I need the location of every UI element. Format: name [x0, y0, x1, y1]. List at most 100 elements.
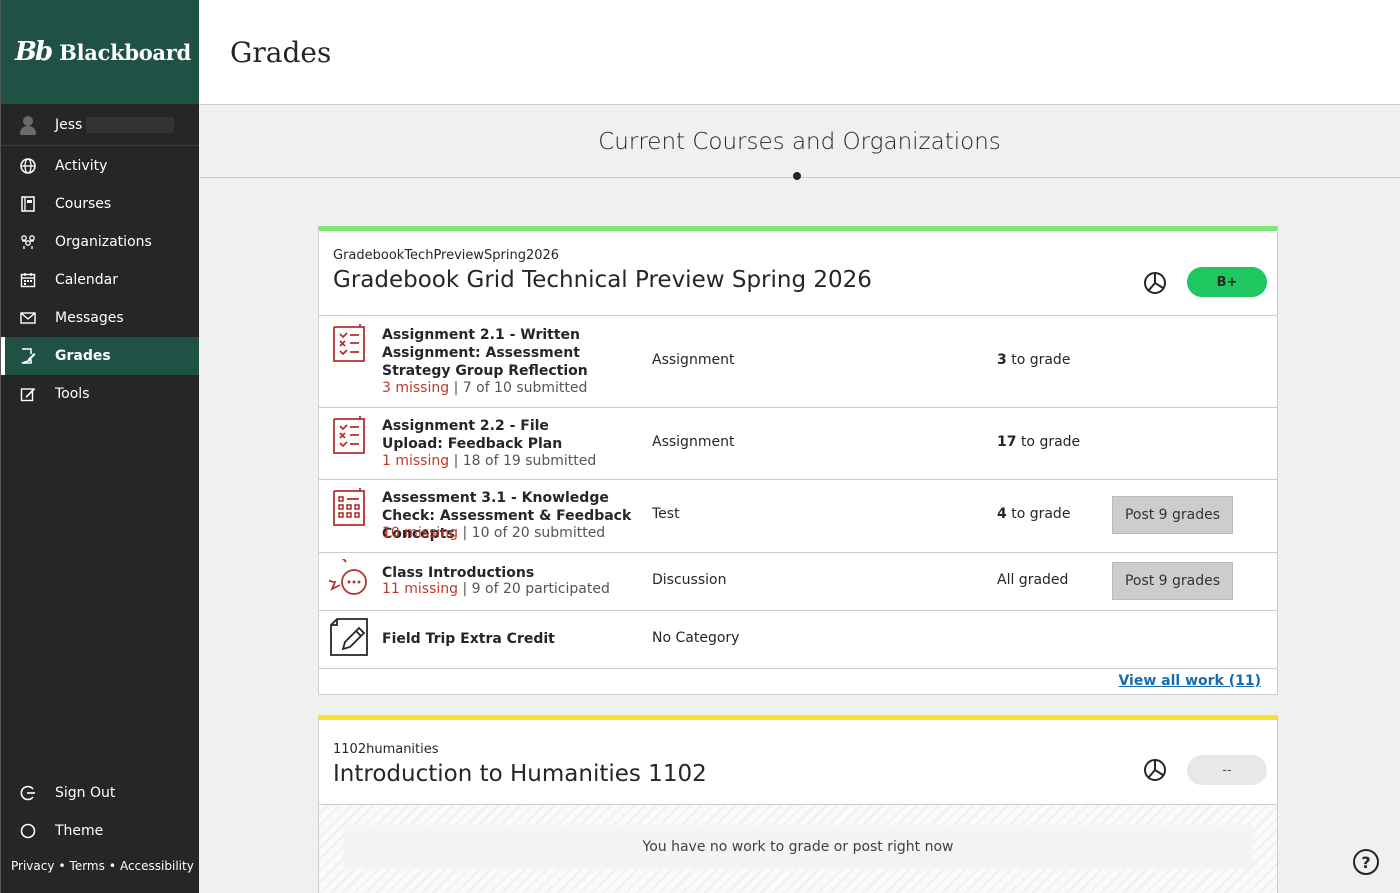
to-grade-count: 17: [997, 434, 1017, 450]
item-title[interactable]: Assignment 2.1 - Written Assignment: Ass…: [382, 326, 632, 380]
sidebar-item-label: Courses: [55, 196, 112, 212]
terms-link[interactable]: Terms: [70, 859, 105, 873]
gradable-item-row[interactable]: Assignment 2.2 - File Upload: Feedback P…: [319, 408, 1277, 480]
sign-out-label: Sign Out: [55, 785, 116, 801]
main-content: Grades Current Courses and Organizations…: [199, 0, 1400, 893]
item-category: Assignment: [652, 434, 735, 450]
footer-separator: •: [108, 859, 116, 873]
test-icon: [333, 488, 365, 526]
to-grade-label: to grade: [1011, 352, 1071, 368]
to-grade-count: 3: [997, 352, 1007, 368]
post-grades-button[interactable]: Post 9 grades: [1112, 562, 1233, 600]
item-submission-meta: 11 missing | 9 of 20 participated: [382, 580, 610, 598]
nav-user-profile[interactable]: Jess: [1, 104, 199, 146]
graded-status: All graded: [997, 572, 1069, 588]
to-grade-status[interactable]: 4 to grade: [997, 506, 1070, 522]
envelope-icon: [19, 309, 37, 327]
theme-button[interactable]: Theme: [1, 812, 199, 850]
item-submission-meta: 10 missing | 10 of 20 submitted: [382, 524, 605, 542]
course-id: 1102humanities: [333, 742, 439, 757]
redacted-surname: [86, 116, 175, 133]
course-title[interactable]: Introduction to Humanities 1102: [333, 761, 1263, 787]
view-all-work-link[interactable]: View all work (11): [1118, 673, 1261, 689]
course-card: 1102humanities Introduction to Humanitie…: [318, 715, 1278, 893]
page-title: Grades: [230, 35, 332, 69]
to-grade-count: 4: [997, 506, 1007, 522]
submitted-count: 18 of 19 submitted: [462, 453, 597, 469]
sidebar-item-tools[interactable]: Tools: [1, 375, 199, 413]
assignment-icon: [333, 416, 365, 454]
carousel-indicator-dot[interactable]: [793, 172, 801, 180]
theme-circle-icon: [19, 822, 37, 840]
overall-grade-pill[interactable]: --: [1187, 755, 1267, 785]
document-pencil-icon: [330, 618, 368, 656]
item-submission-meta: 1 missing | 18 of 19 submitted: [382, 452, 596, 470]
item-category: Discussion: [652, 572, 727, 588]
sidebar: Bb Blackboard Jess Activity Courses Orga…: [0, 0, 199, 893]
sidebar-item-label: Tools: [55, 386, 90, 402]
post-grades-button[interactable]: Post 9 grades: [1112, 496, 1233, 534]
to-grade-status[interactable]: 3 to grade: [997, 352, 1070, 368]
section-title: Current Courses and Organizations: [598, 129, 1001, 155]
bb-logo-mark: Bb: [15, 37, 53, 67]
submitted-count: 7 of 10 submitted: [462, 380, 588, 396]
sidebar-item-label: Organizations: [55, 234, 152, 250]
brand-name: Blackboard: [59, 39, 191, 65]
gradable-item-row[interactable]: Assessment 3.1 - Knowledge Check: Assess…: [319, 480, 1277, 553]
assignment-icon: [333, 324, 365, 362]
missing-count[interactable]: 1 missing: [382, 453, 449, 469]
item-category: Assignment: [652, 352, 735, 368]
course-id: GradebookTechPreviewSpring2026: [333, 248, 560, 263]
to-grade-label: to grade: [1011, 506, 1071, 522]
empty-state-area: You have no work to grade or post right …: [319, 805, 1277, 893]
gradable-item-row[interactable]: Assignment 2.1 - Written Assignment: Ass…: [319, 316, 1277, 408]
book-icon: [19, 195, 37, 213]
tools-icon: [19, 385, 37, 403]
missing-count[interactable]: 3 missing: [382, 380, 449, 396]
overall-grade-pill[interactable]: B+: [1187, 267, 1267, 297]
grade-pie-icon[interactable]: [1143, 271, 1167, 295]
meta-separator: |: [462, 525, 468, 541]
sidebar-item-grades[interactable]: Grades: [1, 337, 199, 375]
sidebar-item-label: Messages: [55, 310, 124, 326]
course-card-header: GradebookTechPreviewSpring2026 Gradebook…: [319, 231, 1277, 316]
footer-links: Privacy • Terms • Accessibility: [1, 850, 199, 893]
sidebar-item-calendar[interactable]: Calendar: [1, 261, 199, 299]
sign-out-button[interactable]: Sign Out: [1, 774, 199, 812]
participated-count: 9 of 20 participated: [471, 581, 610, 597]
course-card-header: 1102humanities Introduction to Humanitie…: [319, 720, 1277, 805]
grade-pie-icon[interactable]: [1143, 758, 1167, 782]
privacy-link[interactable]: Privacy: [11, 859, 54, 873]
meta-separator: |: [462, 581, 468, 597]
user-name: Jess: [55, 116, 83, 133]
theme-label: Theme: [55, 823, 104, 839]
missing-count[interactable]: 11 missing: [382, 581, 458, 597]
sign-out-icon: [19, 784, 37, 802]
missing-count[interactable]: 10 missing: [382, 525, 458, 541]
sidebar-item-messages[interactable]: Messages: [1, 299, 199, 337]
meta-separator: |: [453, 380, 459, 396]
page-header: Grades: [199, 0, 1400, 105]
item-category: Test: [652, 506, 680, 522]
help-icon[interactable]: ?: [1353, 849, 1379, 875]
sidebar-item-label: Grades: [55, 348, 111, 364]
item-title[interactable]: Field Trip Extra Credit: [382, 630, 632, 648]
item-submission-meta: 3 missing | 7 of 10 submitted: [382, 379, 587, 397]
grades-icon: [19, 347, 37, 365]
avatar-icon: [17, 114, 39, 136]
item-category: No Category: [652, 630, 740, 646]
submitted-count: 10 of 20 submitted: [471, 525, 606, 541]
brand-logo[interactable]: Bb Blackboard: [1, 0, 199, 104]
gradable-item-row[interactable]: Class Introductions 11 missing | 9 of 20…: [319, 553, 1277, 611]
item-title[interactable]: Assignment 2.2 - File Upload: Feedback P…: [382, 417, 612, 453]
gradable-item-row[interactable]: Field Trip Extra Credit No Category: [319, 611, 1277, 669]
section-header: Current Courses and Organizations: [199, 105, 1400, 180]
sidebar-item-activity[interactable]: Activity: [1, 147, 199, 185]
sidebar-item-organizations[interactable]: Organizations: [1, 223, 199, 261]
to-grade-status[interactable]: 17 to grade: [997, 434, 1080, 450]
sidebar-bottom: Sign Out Theme Privacy • Terms • Accessi…: [1, 774, 199, 893]
sidebar-item-courses[interactable]: Courses: [1, 185, 199, 223]
course-title[interactable]: Gradebook Grid Technical Preview Spring …: [333, 267, 1263, 293]
accessibility-link[interactable]: Accessibility: [120, 859, 194, 873]
footer-separator: •: [58, 859, 66, 873]
